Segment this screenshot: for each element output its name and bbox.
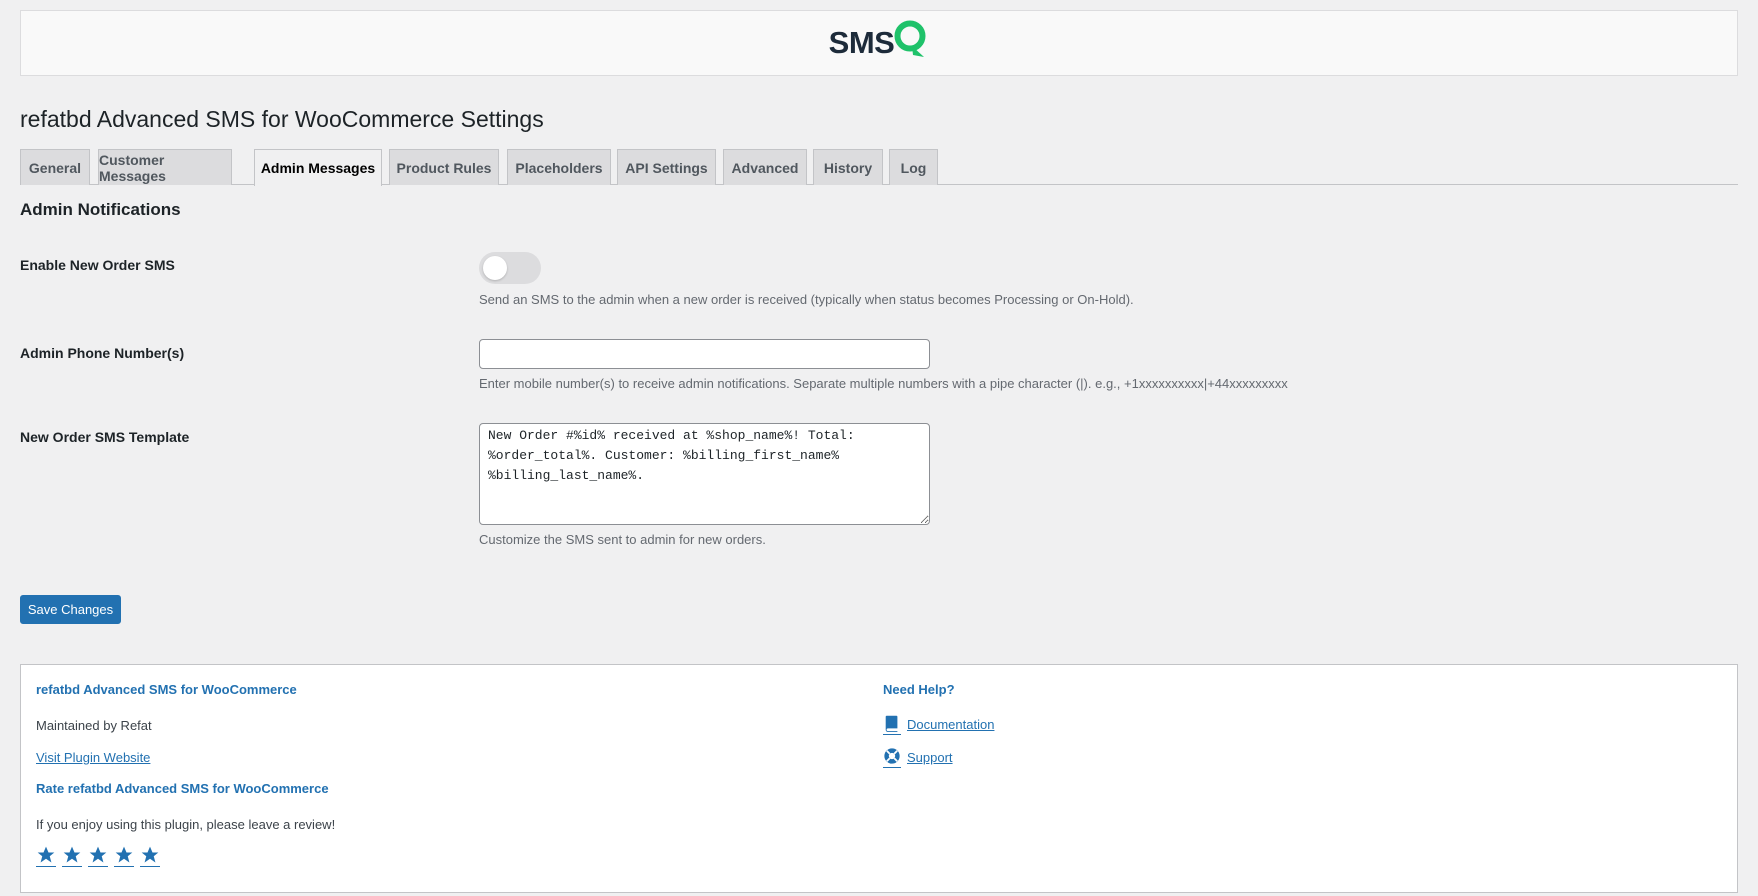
logo-bar: SMS xyxy=(20,10,1738,76)
tab-general[interactable]: General xyxy=(20,149,90,185)
support-link[interactable]: Support xyxy=(883,747,953,768)
settings-tabs: General Customer Messages Admin Messages… xyxy=(20,149,1738,186)
tab-customer-messages[interactable]: Customer Messages xyxy=(98,149,232,185)
admin-phone-label: Admin Phone Number(s) xyxy=(20,345,185,361)
plugin-info-box: refatbd Advanced SMS for WooCommerce Mai… xyxy=(20,664,1738,893)
logo-text: SMS xyxy=(828,25,895,60)
star-icon[interactable] xyxy=(88,845,108,867)
documentation-link[interactable]: Documentation xyxy=(883,714,994,735)
enable-new-order-description: Send an SMS to the admin when a new orde… xyxy=(479,292,1134,307)
enable-new-order-label: Enable New Order SMS xyxy=(20,257,175,273)
star-icon[interactable] xyxy=(36,845,56,867)
save-changes-button[interactable]: Save Changes xyxy=(20,595,121,624)
tab-history[interactable]: History xyxy=(813,149,883,185)
rate-title: Rate refatbd Advanced SMS for WooCommerc… xyxy=(36,781,329,796)
book-icon xyxy=(883,714,901,735)
documentation-label[interactable]: Documentation xyxy=(907,717,994,732)
new-order-template-label: New Order SMS Template xyxy=(20,429,190,445)
star-icon[interactable] xyxy=(114,845,134,867)
toggle-knob xyxy=(483,256,507,280)
need-help-title: Need Help? xyxy=(883,682,955,697)
enable-new-order-toggle[interactable] xyxy=(479,252,541,284)
maintained-by: Maintained by Refat xyxy=(36,718,152,733)
tab-log[interactable]: Log xyxy=(889,149,938,185)
new-order-template-description: Customize the SMS sent to admin for new … xyxy=(479,532,766,547)
tab-admin-messages[interactable]: Admin Messages xyxy=(254,149,382,186)
visit-plugin-website-link[interactable]: Visit Plugin Website xyxy=(36,750,150,765)
logo-q-icon xyxy=(893,19,929,64)
smsq-logo: SMS xyxy=(828,20,930,64)
new-order-template-textarea[interactable]: New Order #%id% received at %shop_name%!… xyxy=(479,423,930,525)
plugin-title: refatbd Advanced SMS for WooCommerce xyxy=(36,682,297,697)
lifebuoy-icon xyxy=(883,747,901,768)
admin-phone-description: Enter mobile number(s) to receive admin … xyxy=(479,376,1288,391)
tab-product-rules[interactable]: Product Rules xyxy=(389,149,499,185)
star-icon[interactable] xyxy=(140,845,160,867)
tab-placeholders[interactable]: Placeholders xyxy=(507,149,611,185)
star-icon[interactable] xyxy=(62,845,82,867)
tab-api-settings[interactable]: API Settings xyxy=(617,149,716,185)
rate-text: If you enjoy using this plugin, please l… xyxy=(36,817,336,832)
admin-phone-input[interactable] xyxy=(479,339,930,369)
rating-stars xyxy=(36,845,160,867)
page-title: refatbd Advanced SMS for WooCommerce Set… xyxy=(20,106,544,132)
tab-advanced[interactable]: Advanced xyxy=(723,149,807,185)
support-label[interactable]: Support xyxy=(907,750,953,765)
section-title: Admin Notifications xyxy=(20,200,181,219)
